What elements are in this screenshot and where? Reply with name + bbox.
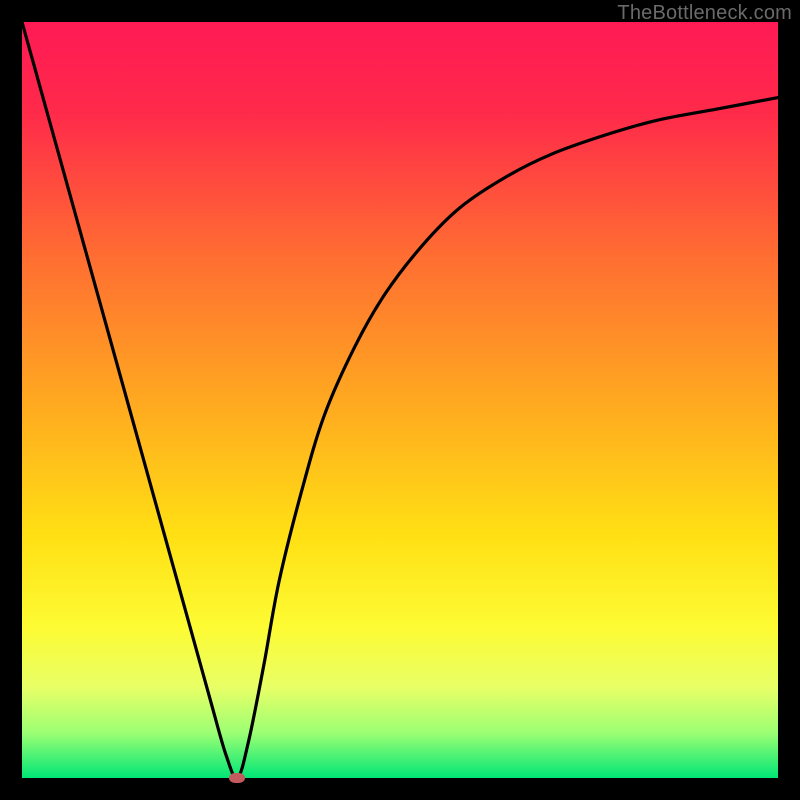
min-marker (229, 773, 245, 783)
bottleneck-curve (22, 22, 778, 778)
chart-container: TheBottleneck.com (0, 0, 800, 800)
curve-path (22, 22, 778, 778)
watermark-text: TheBottleneck.com (617, 2, 792, 25)
plot-area (22, 22, 778, 778)
